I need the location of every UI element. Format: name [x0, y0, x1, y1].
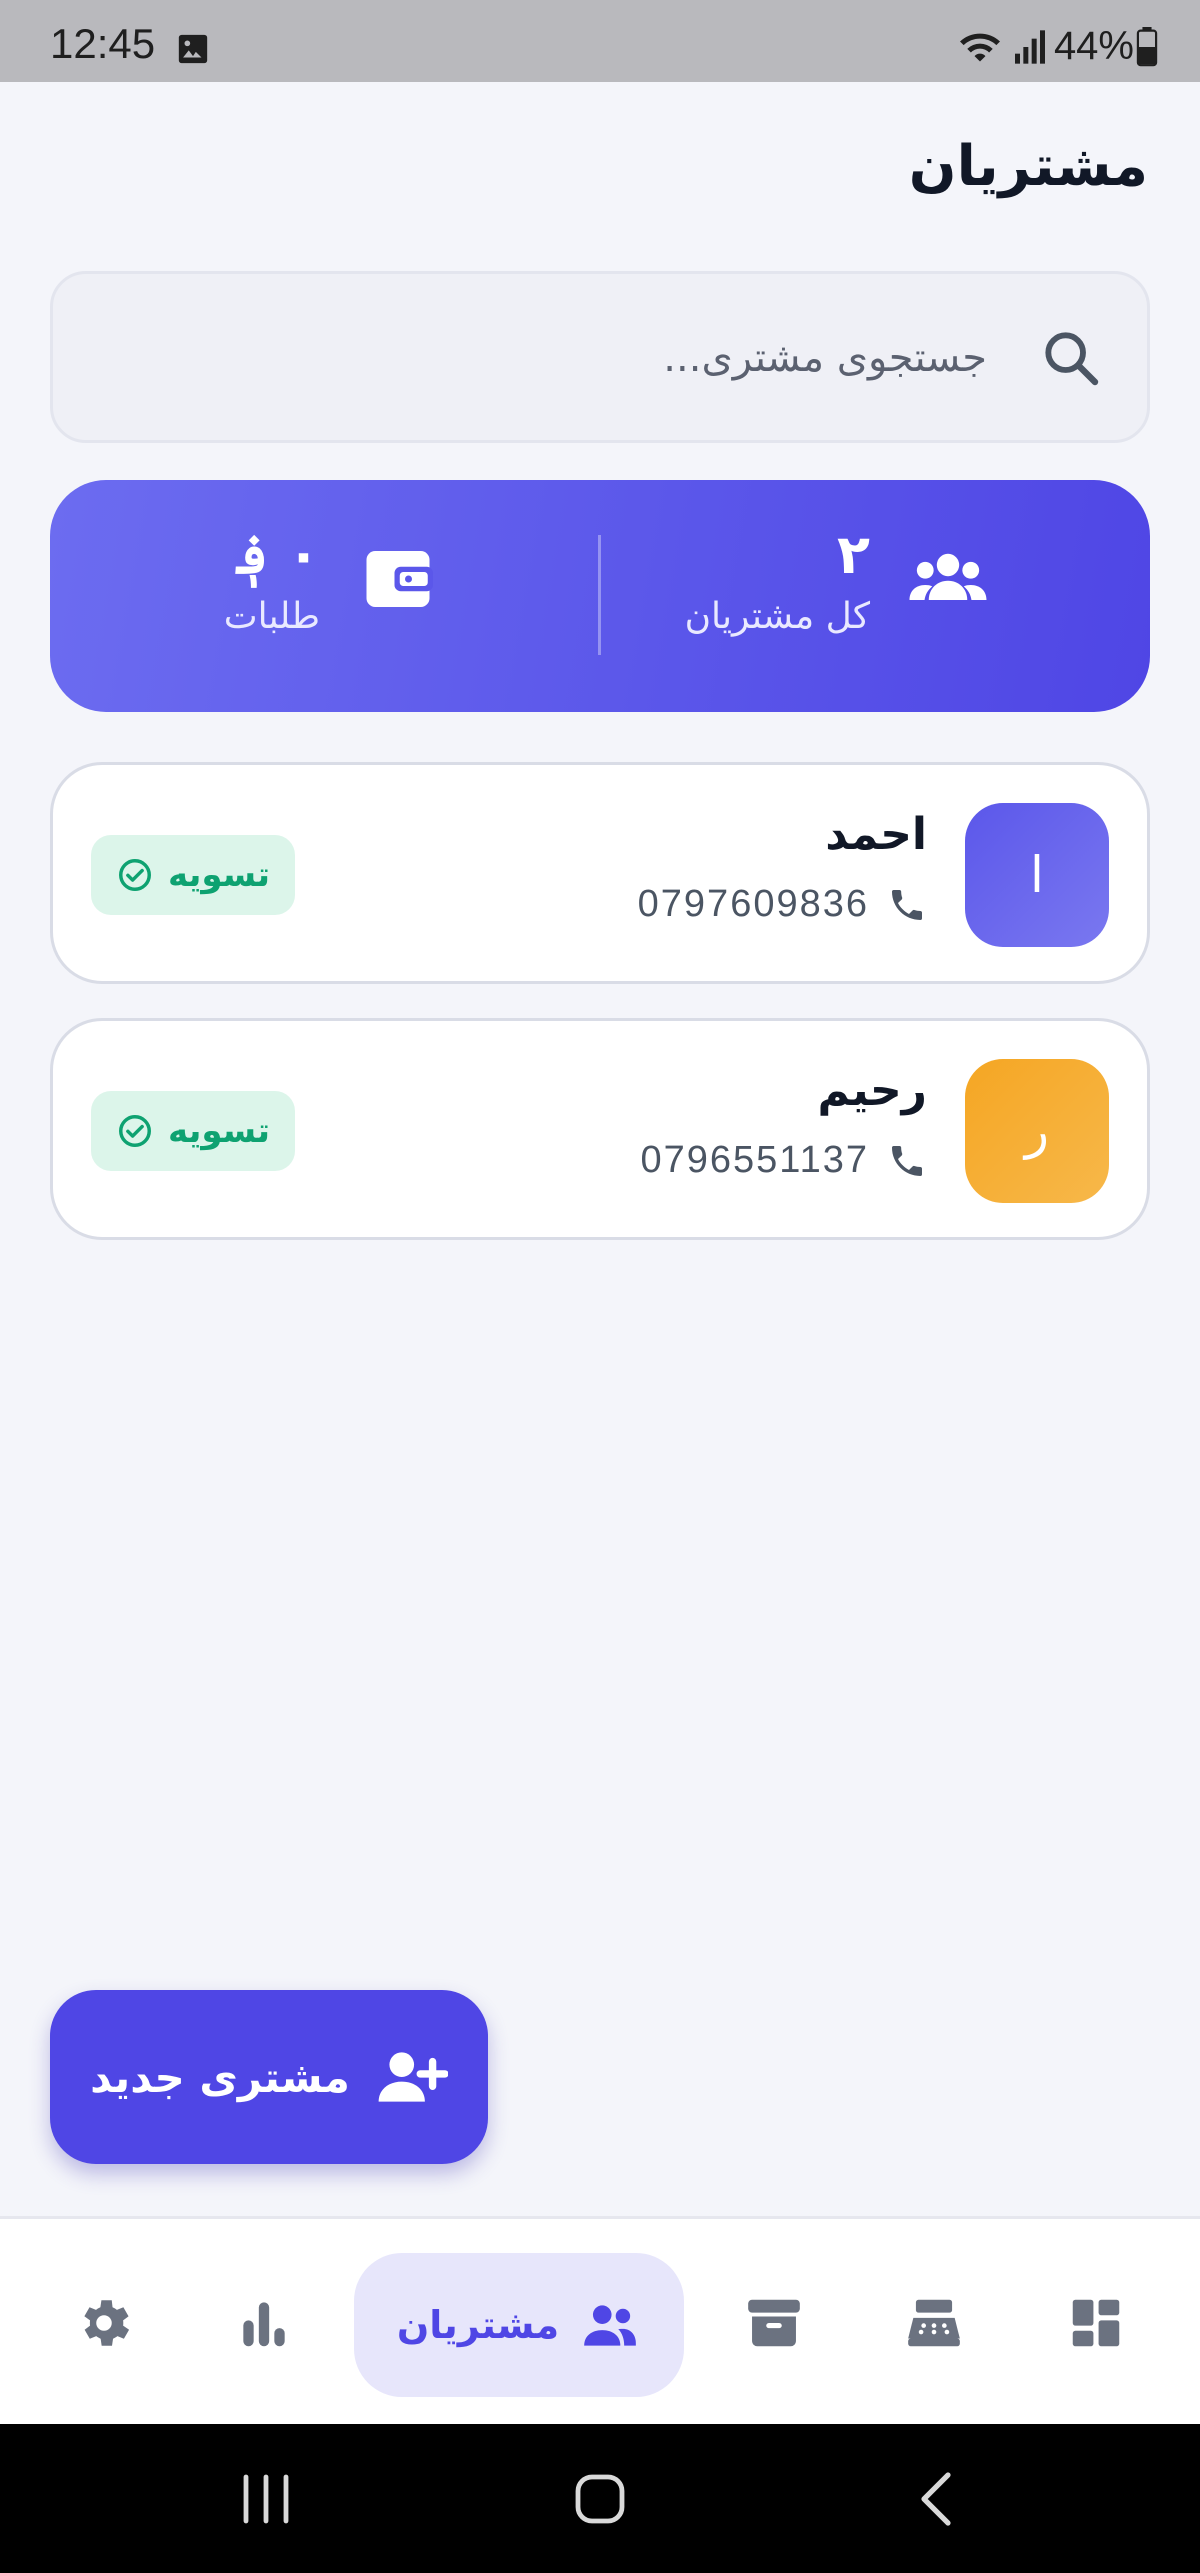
users-icon: [909, 553, 987, 600]
stat-customers-label: کل مشتریان: [684, 596, 870, 637]
customer-phone-row: 0797609836: [638, 883, 927, 926]
avatar: ا: [965, 803, 1109, 947]
customer-card[interactable]: ا احمد 0797609836 تسویه: [50, 762, 1150, 984]
recent-apps-icon: [243, 2474, 289, 2523]
customer-name: رحیم: [817, 1065, 927, 1116]
bar-chart-icon: [243, 2302, 285, 2347]
search-input[interactable]: [287, 326, 987, 390]
system-nav-bar: [0, 2424, 1200, 2573]
wallet-icon: [366, 550, 433, 607]
stat-customers-value: ۲: [837, 523, 870, 586]
stat-receivables-value: ۰ ؋: [236, 523, 320, 586]
customer-card[interactable]: ر رحیم 0796551137 تسویه: [50, 1018, 1150, 1240]
battery-percent: 44%: [1053, 24, 1134, 68]
status-time: 12:45: [50, 20, 156, 67]
nav-inventory[interactable]: [734, 2219, 814, 2427]
new-customer-button[interactable]: مشتری جدید: [50, 1990, 488, 2164]
nav-reports[interactable]: [224, 2219, 304, 2427]
cash-register-icon: [908, 2299, 960, 2347]
check-circle-icon: [118, 1115, 151, 1147]
gear-icon: [84, 2300, 130, 2346]
nav-sales[interactable]: [894, 2219, 974, 2427]
stat-receivables: ۰ ؋ طلبات: [224, 520, 440, 637]
customer-phone: 0797609836: [637, 883, 869, 925]
person-add-icon: [378, 2052, 448, 2102]
check-circle-icon: [118, 859, 151, 891]
status-bar: 12:45 44%: [0, 0, 1200, 82]
status-badge: تسویه: [91, 1091, 295, 1171]
customer-phone-row: 0796551137: [640, 1139, 927, 1182]
customer-name: احمد: [825, 809, 927, 860]
stat-receivables-label: طلبات: [223, 596, 320, 637]
wifi-icon: [959, 33, 1000, 62]
customer-phone: 0796551137: [640, 1139, 869, 1181]
home-icon: [575, 2474, 625, 2523]
status-badge-label: تسویه: [167, 855, 271, 895]
users-icon: [584, 2305, 637, 2346]
stats-card: ۲ کل مشتریان ۰ ؋ طلبات: [50, 480, 1150, 712]
signal-icon: [1014, 29, 1045, 64]
search-icon: [1045, 332, 1099, 386]
nav-customers-label: مشتریان: [396, 2303, 560, 2347]
image-notification-icon: [178, 34, 208, 64]
new-customer-label: مشتری جدید: [90, 2052, 350, 2102]
battery-icon: [1136, 26, 1158, 66]
status-badge: تسویه: [91, 835, 295, 915]
nav-customers[interactable]: مشتریان: [354, 2253, 684, 2397]
phone-icon: [892, 889, 922, 920]
stat-divider: [598, 535, 601, 655]
back-button[interactable]: [886, 2424, 986, 2573]
dashboard-icon: [1072, 2299, 1120, 2347]
nav-settings[interactable]: [64, 2219, 144, 2427]
page-title: مشتریان: [908, 134, 1148, 199]
stat-total-customers: ۲ کل مشتریان: [685, 520, 990, 637]
recent-apps-button[interactable]: [216, 2424, 316, 2573]
status-badge-label: تسویه: [167, 1111, 271, 1151]
search-box[interactable]: [50, 271, 1150, 443]
bottom-nav: مشتریان: [0, 2216, 1200, 2424]
back-icon: [921, 2471, 951, 2526]
home-button[interactable]: [550, 2424, 650, 2573]
avatar: ر: [965, 1059, 1109, 1203]
phone-icon: [892, 1145, 922, 1176]
archive-box-icon: [748, 2299, 800, 2347]
nav-dashboard[interactable]: [1056, 2219, 1136, 2427]
status-indicators: 44%: [958, 24, 1160, 69]
